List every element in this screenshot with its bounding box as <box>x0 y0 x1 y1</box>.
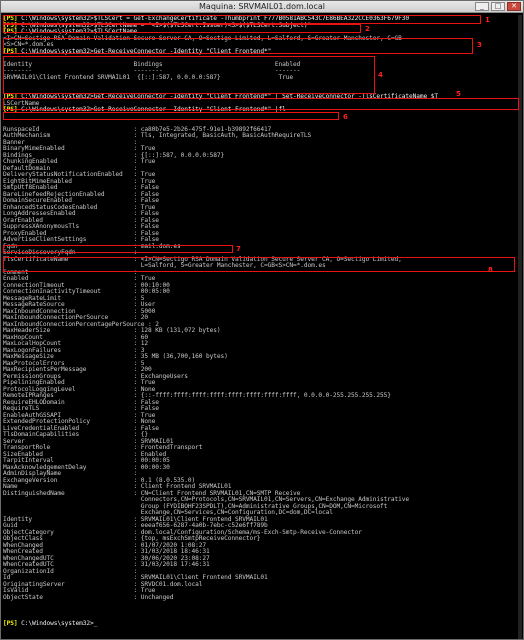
maximize-button[interactable]: □ <box>491 2 505 11</box>
annotation-label-2: 2 <box>365 25 370 33</box>
console-line: ObjectState : Unchanged <box>3 593 174 601</box>
minimize-button[interactable]: _ <box>475 2 489 11</box>
scrollbar[interactable] <box>518 15 522 639</box>
console-line: [PS] C:\Windows\system32>Get-ReceiveConn… <box>3 47 272 55</box>
annotation-label-4: 4 <box>378 71 383 79</box>
annotation-label-3: 3 <box>477 41 482 49</box>
console-line: <I>CN=Sectigo RSA Domain Validation Secu… <box>3 34 402 42</box>
annotation-label-7: 7 <box>236 245 241 253</box>
annotation-label-5: 5 <box>456 90 461 98</box>
close-button[interactable]: ✕ <box>507 2 521 11</box>
annotation-label-6: 6 <box>343 113 348 121</box>
console-output[interactable]: [PS] C:\Windows\system32>$TLSCert = Get-… <box>3 15 521 639</box>
console-line: [PS] C:\Windows\system32>Get-ReceiveConn… <box>3 93 439 100</box>
console-line: [PS] C:\Windows\system32>_ <box>3 619 98 627</box>
powershell-window: Maquina: SRVMAIL01.dom.local _ □ ✕ [PS] … <box>0 0 524 640</box>
annotation-label-8: 8 <box>488 266 493 274</box>
window-title: Maquina: SRVMAIL01.dom.local <box>199 2 325 11</box>
annotation-label-1: 1 <box>485 16 490 24</box>
console-line: [PS] C:\Windows\system32>Get-ReceiveConn… <box>3 106 286 113</box>
console-line: SRVMAIL01\Client Frontend SRVMAIL01 {[::… <box>3 73 294 81</box>
window-controls: _ □ ✕ <box>475 2 521 11</box>
title-bar[interactable]: Maquina: SRVMAIL01.dom.local _ □ ✕ <box>1 1 523 13</box>
